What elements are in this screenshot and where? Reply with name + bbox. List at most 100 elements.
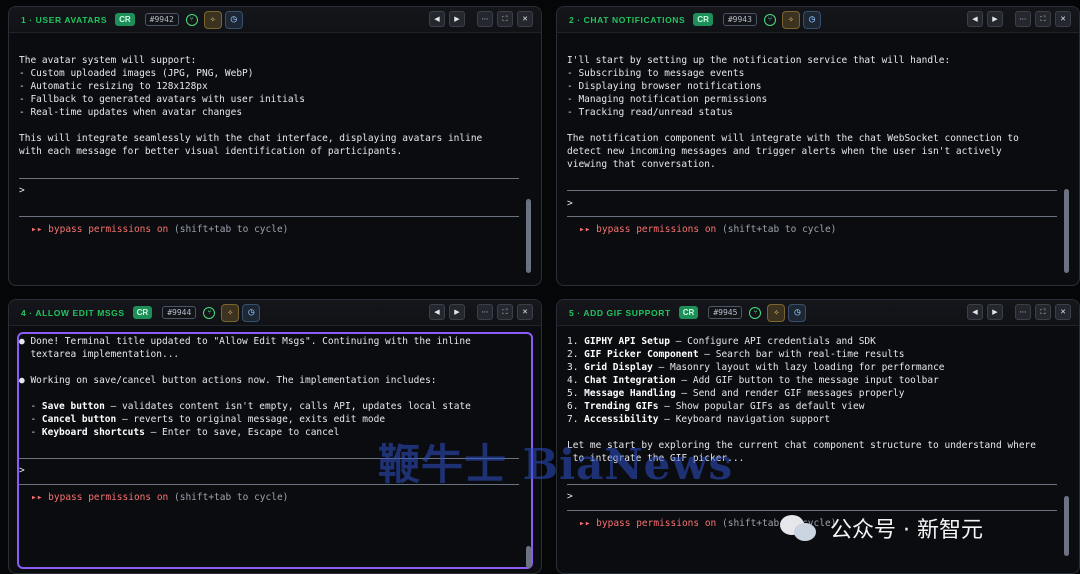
next-button[interactable]: ▶ xyxy=(987,304,1003,320)
output-line: The avatar system will support: xyxy=(19,55,197,66)
branch-icon[interactable]: ⑂ xyxy=(200,304,218,322)
pane-title: 5 · ADD GIF SUPPORT xyxy=(569,307,671,318)
branch-icon[interactable]: ⑂ xyxy=(761,11,779,29)
output-line: 6. Trending GIFs – Show popular GIFs as … xyxy=(567,401,865,412)
pane-header: 5 · ADD GIF SUPPORT CR #9945 ⑂ ✧ ◷ ◀ ▶ ⋯… xyxy=(557,300,1079,326)
more-options-icon[interactable]: ⋯ xyxy=(1015,11,1031,27)
output-line: - Save button – validates content isn't … xyxy=(19,401,471,412)
output-line: viewing that conversation. xyxy=(567,159,716,170)
sparkle-icon[interactable]: ✧ xyxy=(781,10,800,29)
expand-icon[interactable]: ⛶ xyxy=(1035,11,1051,27)
pane-title: 2 · CHAT NOTIFICATIONS xyxy=(569,14,686,25)
divider xyxy=(567,510,1057,511)
bypass-label: bypass permissions on xyxy=(48,224,169,235)
scrollbar[interactable] xyxy=(526,546,531,568)
prompt-input[interactable]: > xyxy=(19,465,25,476)
scrollbar[interactable] xyxy=(1064,189,1069,273)
output-line: - Real-time updates when avatar changes xyxy=(19,107,243,118)
divider xyxy=(567,216,1057,217)
close-icon[interactable]: ✕ xyxy=(517,304,533,320)
cr-badge: CR xyxy=(132,306,153,319)
close-icon[interactable]: ✕ xyxy=(517,11,533,27)
issue-number[interactable]: #9944 xyxy=(162,306,197,319)
prev-button[interactable]: ◀ xyxy=(429,11,445,27)
close-icon[interactable]: ✕ xyxy=(1055,11,1071,27)
pane-header: 1 · USER AVATARS CR #9942 ⑂ ✧ ◷ ◀ ▶ ⋯ ⛶ … xyxy=(9,7,541,33)
issue-number[interactable]: #9942 xyxy=(144,13,179,26)
clock-icon[interactable]: ◷ xyxy=(802,10,821,29)
clock-icon[interactable]: ◷ xyxy=(224,10,243,29)
bypass-status: ▸▸ bypass permissions on (shift+tab to c… xyxy=(31,224,289,235)
sparkle-icon[interactable]: ✧ xyxy=(203,10,222,29)
prev-button[interactable]: ◀ xyxy=(967,304,983,320)
prev-button[interactable]: ◀ xyxy=(429,304,445,320)
output-line: - Tracking read/unread status xyxy=(567,107,733,118)
cr-badge: CR xyxy=(678,306,699,319)
output-line: - Fallback to generated avatars with use… xyxy=(19,94,305,105)
output-line: ● Working on save/cancel button actions … xyxy=(19,375,437,386)
expand-icon[interactable]: ⛶ xyxy=(497,11,513,27)
sparkle-icon[interactable]: ✧ xyxy=(221,303,240,322)
next-button[interactable]: ▶ xyxy=(449,304,465,320)
watermark: 鞭牛士 BiaNews xyxy=(378,440,734,489)
expand-icon[interactable]: ⛶ xyxy=(1035,304,1051,320)
pane-title: 4 · ALLOW EDIT MSGS xyxy=(21,307,125,318)
output-line: 3. Grid Display – Masonry layout with la… xyxy=(567,362,945,373)
branch-icon[interactable]: ⑂ xyxy=(746,304,764,322)
wechat-label: 公众号 · 新智元 xyxy=(830,518,983,543)
issue-number[interactable]: #9945 xyxy=(708,306,743,319)
branch-icon[interactable]: ⑂ xyxy=(183,11,201,29)
prompt-input[interactable]: > xyxy=(567,198,573,209)
bypass-label: bypass permissions on xyxy=(48,492,169,503)
bypass-label: bypass permissions on xyxy=(596,224,717,235)
output-line: - Subscribing to message events xyxy=(567,68,745,79)
expand-icon[interactable]: ⛶ xyxy=(497,304,513,320)
pane-header: 4 · ALLOW EDIT MSGS CR #9944 ⑂ ✧ ◷ ◀ ▶ ⋯… xyxy=(9,300,541,326)
output-line: I'll start by setting up the notificatio… xyxy=(567,55,951,66)
clock-icon[interactable]: ◷ xyxy=(242,303,261,322)
output-line: - Custom uploaded images (JPG, PNG, WebP… xyxy=(19,68,254,79)
more-options-icon[interactable]: ⋯ xyxy=(477,304,493,320)
output-line: - Cancel button – reverts to original me… xyxy=(19,414,386,425)
output-line: 7. Accessibility – Keyboard navigation s… xyxy=(567,414,831,425)
next-button[interactable]: ▶ xyxy=(449,11,465,27)
prompt-input[interactable]: > xyxy=(567,491,573,502)
output-line: The notification component will integrat… xyxy=(567,133,1019,144)
prompt-input[interactable]: > xyxy=(19,185,25,196)
bypass-status: ▸▸ bypass permissions on (shift+tab to c… xyxy=(31,492,289,503)
output-line: 5. Message Handling – Send and render GI… xyxy=(567,388,905,399)
cr-badge: CR xyxy=(115,13,135,26)
bypass-label: bypass permissions on xyxy=(596,518,717,529)
output-line: 4. Chat Integration – Add GIF button to … xyxy=(567,375,939,386)
prev-button[interactable]: ◀ xyxy=(967,11,983,27)
cr-badge: CR xyxy=(693,13,713,26)
output-line: textarea implementation... xyxy=(19,349,180,360)
pane-title: 1 · USER AVATARS xyxy=(21,14,108,25)
output-line: detect new incoming messages and trigger… xyxy=(567,146,1002,157)
clock-icon[interactable]: ◷ xyxy=(788,303,807,322)
terminal-pane-chat-notifications[interactable]: 2 · CHAT NOTIFICATIONS CR #9943 ⑂ ✧ ◷ ◀ … xyxy=(556,6,1080,286)
output-line: 1. GIPHY API Setup – Configure API crede… xyxy=(567,336,876,347)
divider xyxy=(567,190,1057,191)
output-line: with each message for better visual iden… xyxy=(19,146,403,157)
more-options-icon[interactable]: ⋯ xyxy=(477,11,493,27)
more-options-icon[interactable]: ⋯ xyxy=(1015,304,1031,320)
output-line: This will integrate seamlessly with the … xyxy=(19,133,483,144)
terminal-output: I'll start by setting up the notificatio… xyxy=(567,54,1057,277)
scrollbar[interactable] xyxy=(526,199,531,273)
terminal-pane-user-avatars[interactable]: 1 · USER AVATARS CR #9942 ⑂ ✧ ◷ ◀ ▶ ⋯ ⛶ … xyxy=(8,6,542,286)
wechat-logo-icon xyxy=(780,513,820,543)
bypass-status: ▸▸ bypass permissions on (shift+tab to c… xyxy=(579,224,837,235)
bypass-hint: (shift+tab to cycle) xyxy=(174,492,289,503)
output-line: - Managing notification permissions xyxy=(567,94,768,105)
sparkle-icon[interactable]: ✧ xyxy=(767,303,786,322)
pane-header: 2 · CHAT NOTIFICATIONS CR #9943 ⑂ ✧ ◷ ◀ … xyxy=(557,7,1079,33)
issue-number[interactable]: #9943 xyxy=(722,13,757,26)
scrollbar[interactable] xyxy=(1064,496,1069,556)
next-button[interactable]: ▶ xyxy=(987,11,1003,27)
close-icon[interactable]: ✕ xyxy=(1055,304,1071,320)
output-line: 2. GIF Picker Component – Search bar wit… xyxy=(567,349,905,360)
bypass-hint: (shift+tab to cycle) xyxy=(722,224,837,235)
